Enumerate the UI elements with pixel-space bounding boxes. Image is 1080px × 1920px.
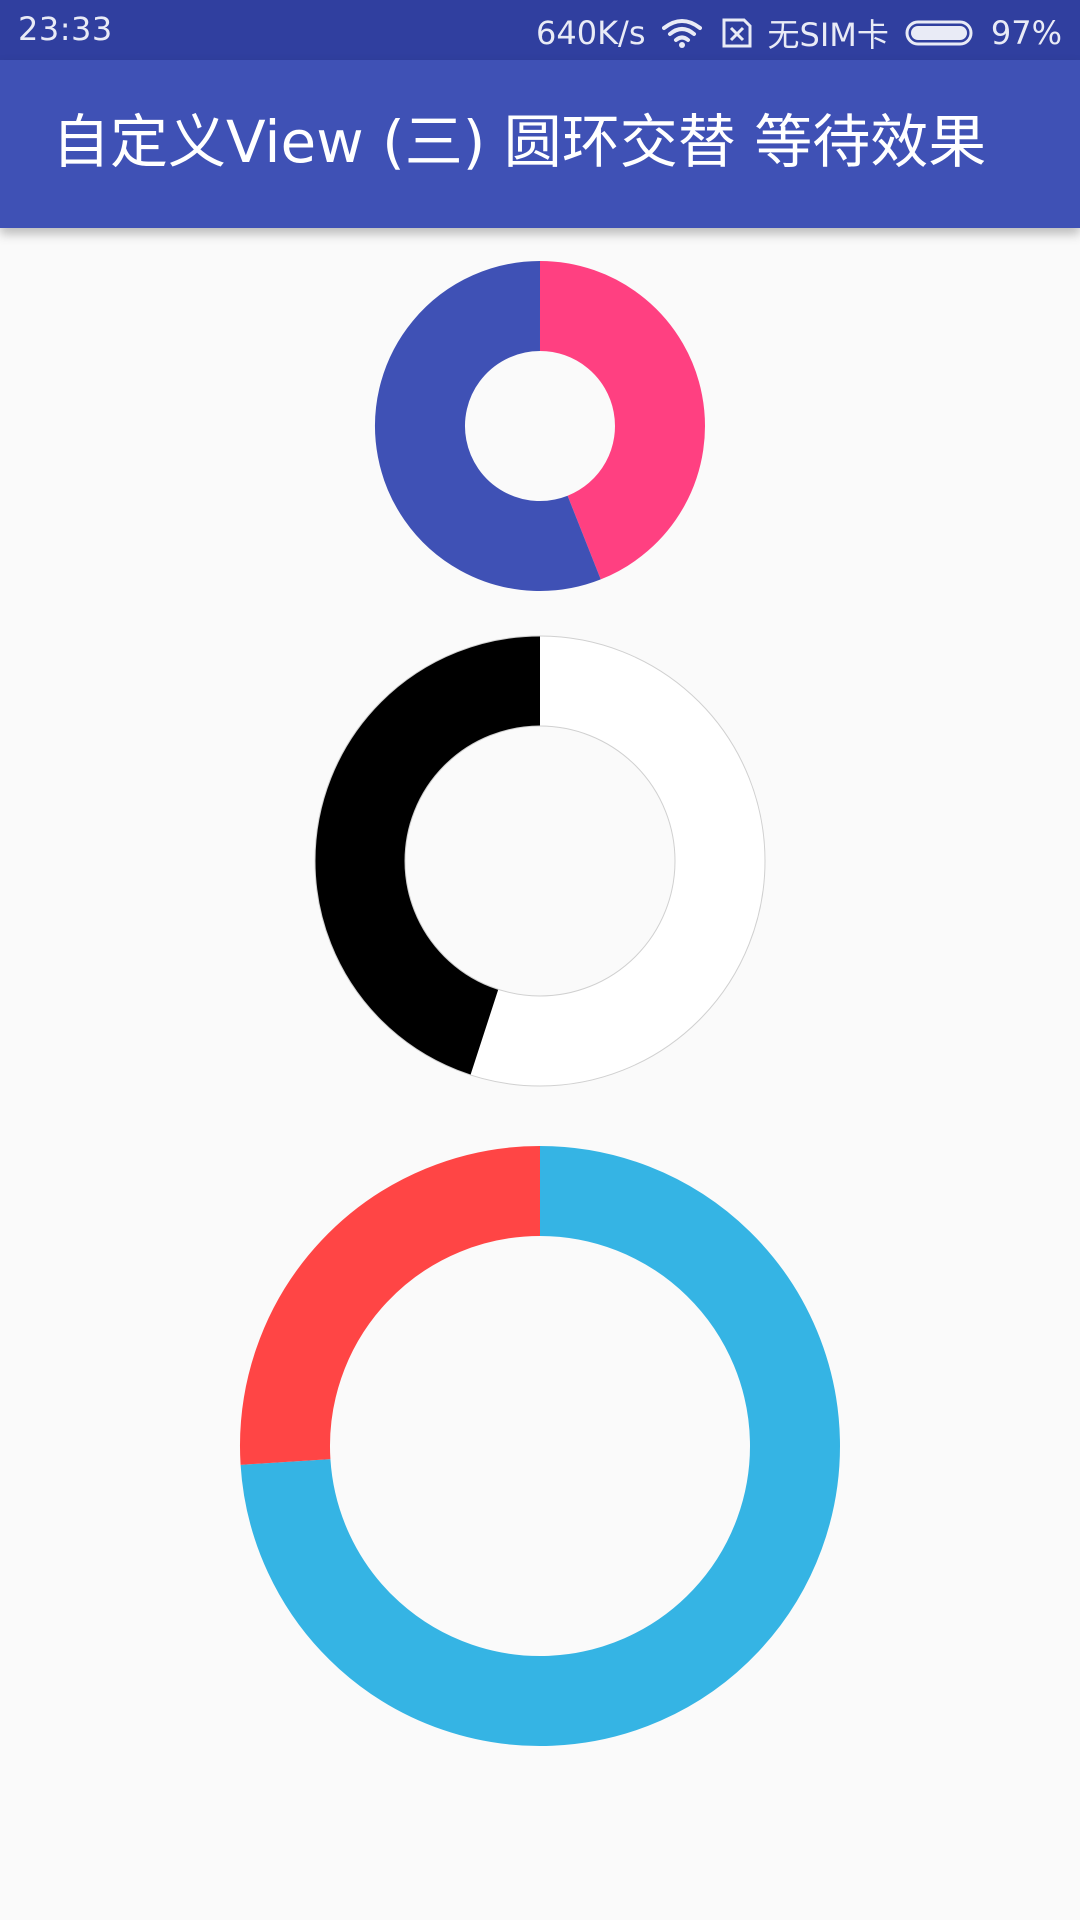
battery-icon [905, 18, 975, 48]
carrier-label: 无SIM卡 [767, 16, 889, 54]
status-bar: 23:33 640K/s 无SIM卡 97% [0, 0, 1080, 60]
status-icons: 640K/s 无SIM卡 97% [536, 10, 1062, 56]
page-title: 自定义View (三) 圆环交替 等待效果 [52, 108, 987, 176]
battery-percent: 97% [990, 14, 1062, 52]
no-sim-icon [718, 18, 752, 48]
wifi-icon [661, 18, 702, 48]
ring-large [240, 1146, 840, 1746]
content-area [0, 228, 1080, 1920]
ring-large-second-arc [240, 1146, 541, 1465]
rings-canvas [240, 261, 840, 1746]
app-bar: 自定义View (三) 圆环交替 等待效果 [0, 60, 1080, 228]
net-speed: 640K/s [535, 14, 646, 52]
status-time: 23:33 [18, 10, 113, 48]
ring-medium-first-arc [470, 636, 765, 1086]
ring-small [375, 261, 705, 591]
ring-medium [314, 635, 766, 1087]
ring-medium-inner-outline [404, 725, 676, 997]
ring-medium-second-arc [315, 636, 541, 1075]
